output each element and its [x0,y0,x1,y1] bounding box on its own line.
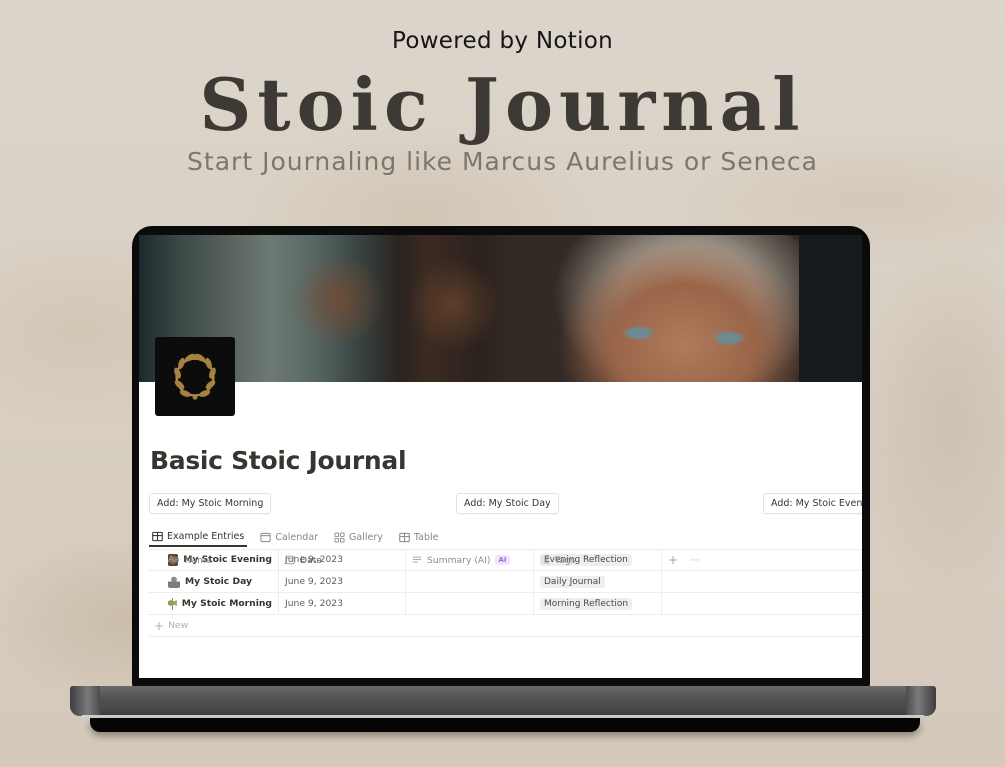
entry-summary [406,593,534,614]
powered-by-text: Powered by Notion [391,28,614,54]
entry-name[interactable]: My Stoic Morning [182,598,272,609]
ai-badge: AI [495,555,510,565]
entry-name[interactable]: My Stoic Day [185,576,252,587]
database-table: Aa Name Date Summary (AI) AI Tags + ··· [148,549,862,637]
page-cover-image[interactable] [139,235,862,382]
tab-label: Example Entries [167,530,245,542]
plus-icon: + [154,618,165,633]
new-label: New [168,620,189,631]
more-options-button[interactable]: ··· [690,555,699,566]
calendar-icon [285,555,295,565]
tag-badge: Daily Journal [540,575,605,588]
table-header-row: Aa Name Date Summary (AI) AI Tags + ··· [148,549,862,571]
column-header-name[interactable]: Aa Name [148,550,279,570]
add-stoic-morning-button[interactable]: Add: My Stoic Morning [149,493,272,514]
add-stoic-evening-button[interactable]: Add: My Stoic Evening [763,493,862,514]
tab-calendar[interactable]: Calendar [257,527,321,547]
text-property-icon: Aa [168,555,180,565]
stoic-portrait [499,235,829,382]
column-header-tags[interactable]: Tags [534,550,662,570]
notion-page: Basic Stoic Journal Add: My Stoic Mornin… [139,235,862,678]
table-row[interactable]: My Stoic Morning June 9, 2023 Morning Re… [148,593,862,615]
column-header-summary[interactable]: Summary (AI) AI [406,550,534,570]
tab-example-entries[interactable]: Example Entries [149,527,248,547]
database-view-tabs: Example Entries Calendar Gallery Table [149,527,441,549]
tab-label: Table [413,531,439,543]
tab-label: Gallery [349,531,383,543]
sprout-icon [168,597,177,610]
statue-icon [168,575,180,588]
table-icon [152,531,163,541]
list-icon [540,556,550,564]
calendar-icon [260,532,271,542]
tag-badge: Morning Reflection [540,597,633,610]
tab-label: Calendar [275,531,319,543]
hero-subtitle: Start Journaling like Marcus Aurelius or… [187,147,818,176]
entry-date: June 9, 2023 [279,593,406,614]
text-lines-icon [412,556,422,563]
new-row-button[interactable]: + New [148,615,862,637]
page-title: Basic Stoic Journal [150,446,407,475]
table-icon [399,532,410,542]
add-column-button[interactable]: + [668,553,678,567]
hero-title: Stoic Journal [199,62,806,147]
entry-summary [406,571,534,592]
column-header-date[interactable]: Date [279,550,406,570]
add-stoic-day-button[interactable]: Add: My Stoic Day [456,493,559,514]
laptop-base [70,686,936,716]
tab-table[interactable]: Table [396,527,442,547]
laptop-foot [90,718,920,732]
table-row[interactable]: My Stoic Day June 9, 2023 Daily Journal [148,571,862,593]
column-actions: + ··· [662,550,862,570]
gallery-icon [334,531,345,543]
entry-date: June 9, 2023 [279,571,406,592]
laurel-wreath-icon[interactable] [155,337,235,416]
tab-gallery[interactable]: Gallery [331,527,386,547]
